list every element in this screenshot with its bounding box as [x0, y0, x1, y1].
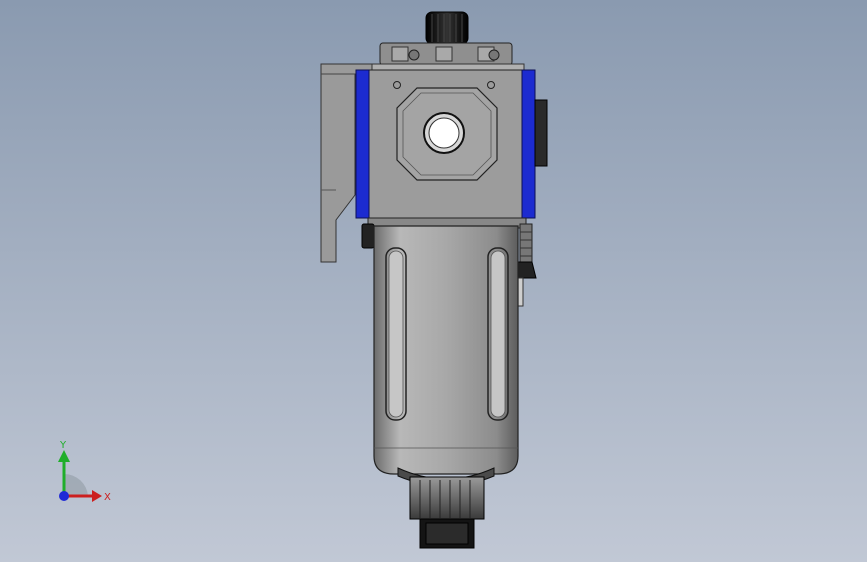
x-axis-arrowhead — [92, 490, 102, 502]
reference-triad: Y X — [58, 440, 111, 503]
drain-valve — [397, 467, 495, 549]
left-port-flange — [355, 69, 370, 219]
body-block — [367, 69, 527, 219]
z-axis-dot — [59, 491, 69, 501]
y-axis-label: Y — [59, 440, 67, 451]
x-axis-label: X — [104, 492, 111, 503]
graphics-viewport[interactable]: Y X — [0, 0, 867, 562]
y-axis-arrowhead — [58, 450, 70, 462]
right-port-flange — [521, 69, 536, 219]
bonnet-ring — [371, 42, 525, 73]
filter-regulator-model[interactable] — [0, 0, 867, 562]
adjustment-knob — [425, 11, 469, 45]
gauge-port — [534, 99, 548, 167]
filter-bowl — [373, 225, 519, 475]
